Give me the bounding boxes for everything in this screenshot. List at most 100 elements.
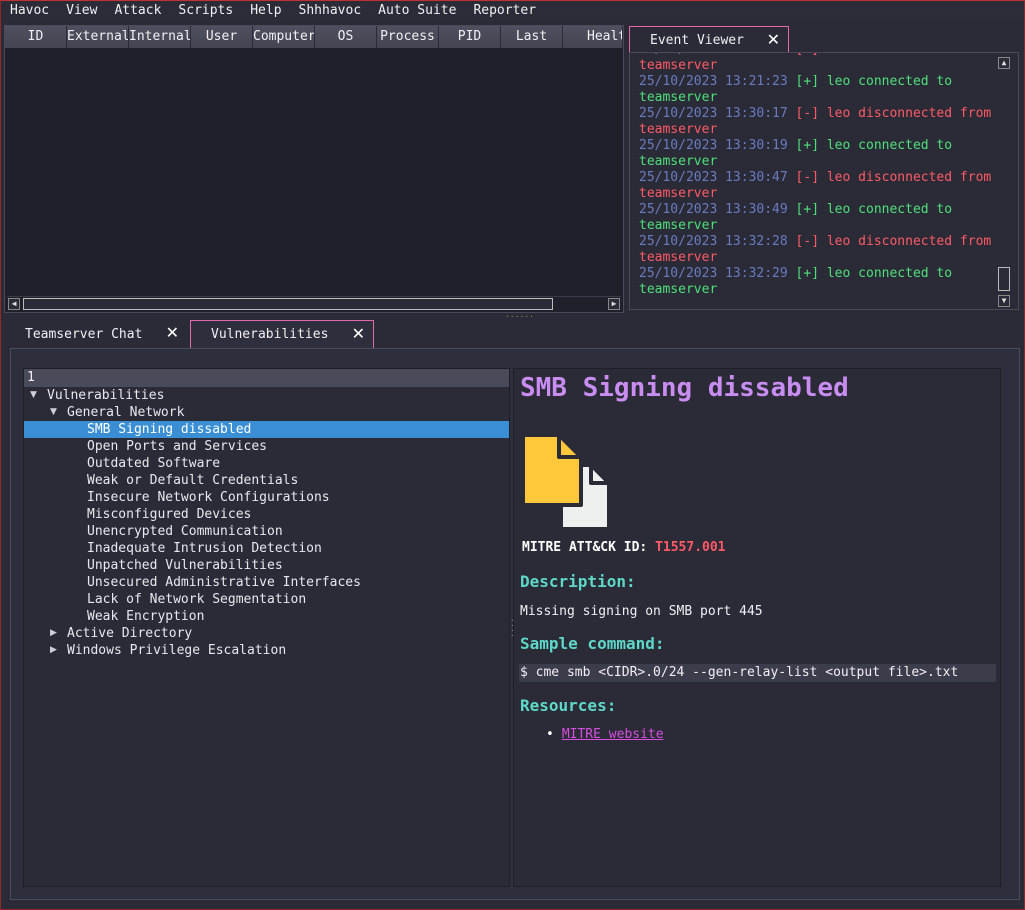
mitre-id-value: T1557.001	[655, 540, 726, 555]
vulnerability-tree[interactable]: 1 ▼ Vulnerabilities ▼ General Network SM…	[23, 368, 510, 887]
tree-item[interactable]: Lack of Network Segmentation	[24, 591, 509, 608]
event-message: leo disconnected from	[826, 170, 992, 185]
event-message-continuation: teamserver	[639, 122, 718, 137]
tree-header[interactable]: 1	[24, 369, 509, 387]
caret-down-icon[interactable]: ▼	[30, 387, 37, 404]
tree-item-label: Unencrypted Communication	[87, 524, 283, 539]
caret-right-icon[interactable]: ▶	[50, 642, 57, 659]
mitre-website-link[interactable]: MITRE website	[562, 727, 664, 742]
event-message-continuation: teamserver	[639, 250, 718, 265]
event-log-entry: 25/10/2023 13:21:23 [+] leo connected to	[639, 74, 999, 90]
file-swap-icon	[521, 433, 611, 531]
menu-havoc[interactable]: Havoc	[1, 1, 57, 21]
description-text: Missing signing on SMB port 445	[520, 604, 763, 619]
session-table-header: ID External Internal User Computer OS Pr…	[5, 26, 623, 48]
event-message-continuation: teamserver	[639, 218, 718, 233]
menu-shhhavoc[interactable]: Shhhavoc	[290, 1, 370, 21]
tree-node-vulnerabilities[interactable]: ▼ Vulnerabilities	[24, 387, 509, 404]
tree-item[interactable]: SMB Signing dissabled	[24, 421, 509, 438]
scroll-right-icon[interactable]: ▶	[608, 298, 620, 310]
tree-item[interactable]: Unsecured Administrative Interfaces	[24, 574, 509, 591]
column-header-internal[interactable]: Internal	[129, 26, 191, 48]
tree-item-label: Lack of Network Segmentation	[87, 592, 307, 607]
caret-right-icon[interactable]: ▶	[50, 625, 57, 642]
tree-node-general-network[interactable]: ▼ General Network	[24, 404, 509, 421]
event-log-entry: 25/10/2023 13:30:17 [-] leo disconnected…	[639, 106, 999, 122]
column-header-process[interactable]: Process	[377, 26, 439, 48]
menu-help[interactable]: Help	[241, 1, 289, 21]
menu-attack[interactable]: Attack	[105, 1, 169, 21]
bullet-icon: •	[546, 727, 554, 742]
column-header-health[interactable]: Health	[563, 26, 623, 48]
mitre-id-line: MITRE ATT&CK ID: T1557.001	[522, 540, 726, 555]
tree-node-label: General Network	[67, 405, 185, 420]
close-icon[interactable]: ✕	[767, 31, 780, 49]
tree-item-label: Weak or Default Credentials	[87, 473, 299, 488]
event-message-continuation: teamserver	[639, 186, 718, 201]
menu-view[interactable]: View	[57, 1, 105, 21]
tab-vulnerabilities[interactable]: Vulnerabilities ✕	[190, 320, 374, 348]
column-header-id[interactable]: ID	[5, 26, 67, 48]
tab-teamserver-chat-label: Teamserver Chat	[25, 326, 143, 342]
tree-node-label: Windows Privilege Escalation	[67, 643, 287, 658]
column-header-pid[interactable]: PID	[439, 26, 501, 48]
column-header-last[interactable]: Last	[501, 26, 563, 48]
scroll-left-icon[interactable]: ◀	[8, 298, 20, 310]
tree-item-label: Weak Encryption	[87, 609, 205, 624]
tree-item[interactable]: Weak or Default Credentials	[24, 472, 509, 489]
menu-auto-suite[interactable]: Auto Suite	[369, 1, 464, 21]
tree-item-label: Unsecured Administrative Interfaces	[87, 575, 361, 590]
vulnerability-details: SMB Signing dissabled MITRE ATT&CK ID: T…	[513, 368, 1001, 887]
column-header-user[interactable]: User	[191, 26, 253, 48]
tab-vulnerabilities-label: Vulnerabilities	[211, 327, 329, 342]
event-viewer-vscrollbar[interactable]: ▲ ▼	[998, 57, 1012, 307]
column-header-external[interactable]: External	[67, 26, 129, 48]
event-status-tag: [+]	[795, 74, 820, 89]
scroll-down-icon[interactable]: ▼	[998, 295, 1010, 307]
tree-item[interactable]: Unpatched Vulnerabilities	[24, 557, 509, 574]
event-viewer-log[interactable]: 25/10/2023 13:21:21 [-] leo disconnected…	[629, 52, 1019, 310]
event-status-tag: [-]	[795, 170, 820, 185]
tree-item-label: Open Ports and Services	[87, 439, 268, 454]
tab-event-viewer[interactable]: Event Viewer ✕	[629, 26, 789, 53]
scroll-thumb[interactable]	[23, 298, 553, 310]
sample-command-heading: Sample command:	[520, 634, 665, 653]
scroll-up-icon[interactable]: ▲	[998, 57, 1010, 69]
caret-down-icon[interactable]: ▼	[50, 404, 57, 421]
event-timestamp: 25/10/2023 13:21:23	[639, 74, 788, 89]
close-icon[interactable]: ✕	[166, 324, 179, 342]
event-log-entry: 25/10/2023 13:30:49 [+] leo connected to	[639, 202, 999, 218]
session-table[interactable]: ID External Internal User Computer OS Pr…	[4, 25, 624, 313]
event-message: leo connected to	[826, 74, 953, 89]
event-timestamp: 25/10/2023 13:30:17	[639, 106, 788, 121]
session-table-hscrollbar[interactable]: ◀ ▶	[7, 296, 621, 310]
tree-item-label: Inadequate Intrusion Detection	[87, 541, 322, 556]
menu-scripts[interactable]: Scripts	[169, 1, 241, 21]
close-icon[interactable]: ✕	[352, 325, 365, 343]
tree-node-windows-privilege-escalation[interactable]: ▶ Windows Privilege Escalation	[24, 642, 509, 659]
menu-reporter[interactable]: Reporter	[464, 1, 544, 21]
tree-item[interactable]: Outdated Software	[24, 455, 509, 472]
column-header-os[interactable]: OS	[315, 26, 377, 48]
vulnerability-title: SMB Signing dissabled	[520, 373, 849, 403]
resource-list-item: • MITRE website	[546, 727, 664, 742]
mitre-id-label: MITRE ATT&CK ID:	[522, 540, 648, 555]
tree-item-label: Unpatched Vulnerabilities	[87, 558, 283, 573]
tree-item[interactable]: Unencrypted Communication	[24, 523, 509, 540]
tree-node-active-directory[interactable]: ▶ Active Directory	[24, 625, 509, 642]
tree-item[interactable]: Open Ports and Services	[24, 438, 509, 455]
tab-teamserver-chat[interactable]: Teamserver Chat ✕	[5, 320, 187, 348]
event-timestamp: 25/10/2023 13:32:28	[639, 234, 788, 249]
tree-item[interactable]: Insecure Network Configurations	[24, 489, 509, 506]
tree-item[interactable]: Inadequate Intrusion Detection	[24, 540, 509, 557]
event-status-tag: [-]	[795, 234, 820, 249]
tree-item[interactable]: Misconfigured Devices	[24, 506, 509, 523]
event-message-continuation: teamserver	[639, 282, 718, 297]
event-message: leo disconnected from	[827, 53, 991, 57]
event-message-continuation: teamserver	[639, 154, 718, 169]
scroll-thumb[interactable]	[998, 267, 1010, 291]
tree-item[interactable]: Weak Encryption	[24, 608, 509, 625]
event-log-entry: 25/10/2023 13:30:19 [+] leo connected to	[639, 138, 999, 154]
splitter-handle[interactable]: ······	[505, 313, 534, 321]
column-header-computer[interactable]: Computer	[253, 26, 315, 48]
